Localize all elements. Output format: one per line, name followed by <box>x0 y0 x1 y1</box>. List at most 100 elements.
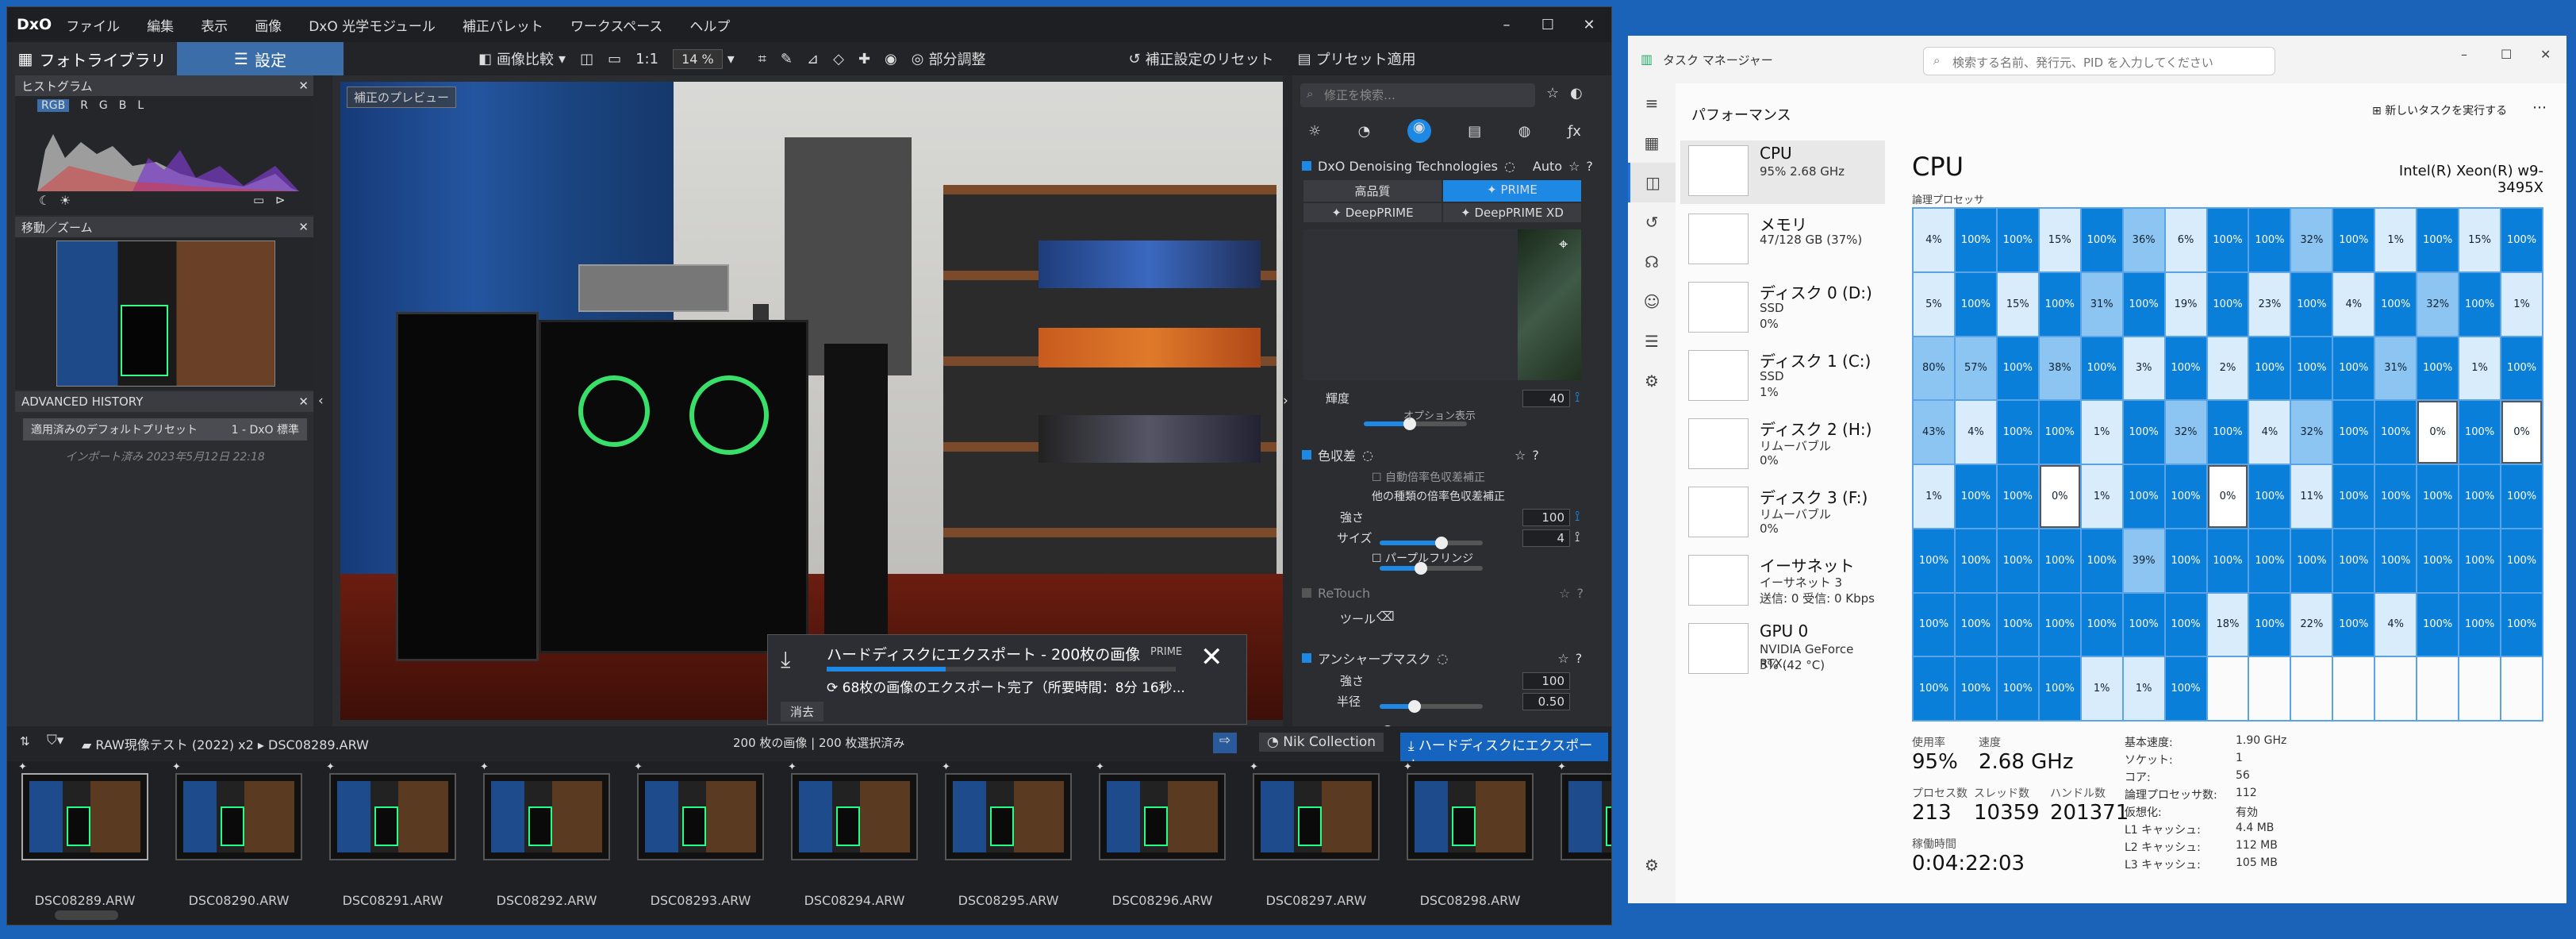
fit-icon[interactable]: ▭ <box>608 51 621 67</box>
radius-value[interactable]: 0.50 <box>1522 693 1570 710</box>
auto-mag-checkbox[interactable]: ☐ 自動倍率色収差補正 <box>1372 469 1485 485</box>
share-icon[interactable]: ⇨ <box>1213 733 1237 753</box>
perf-item[interactable]: ディスク 3 (F:) リムーバブル 0% <box>1680 482 1885 545</box>
size-slider[interactable] <box>1380 562 1483 575</box>
denoise-preview[interactable]: ⌖ <box>1303 229 1581 380</box>
eyedropper-icon[interactable]: ✎ <box>781 51 793 67</box>
help-icon[interactable]: ? <box>1577 586 1584 601</box>
tm-search-input[interactable]: ⌕ 検索する名前、発行元、PID を入力してください <box>1923 47 2275 75</box>
chevron-left-icon[interactable]: ‹ <box>318 393 324 409</box>
maximize-icon[interactable]: ☐ <box>1527 7 1568 42</box>
menu-palettes[interactable]: 補正パレット <box>463 15 543 35</box>
help-icon[interactable]: ? <box>1532 448 1539 463</box>
close-icon[interactable]: ✕ <box>1200 641 1223 673</box>
star-icon[interactable]: ☆ <box>1568 159 1580 174</box>
run-task-button[interactable]: ⊞ 新しいタスクを実行する <box>2372 102 2507 118</box>
crosshair-icon[interactable]: ⌖ <box>1559 234 1568 253</box>
star-icon[interactable]: ✦ <box>634 761 643 773</box>
star-icon[interactable]: ✦ <box>1250 761 1258 773</box>
channel-l[interactable]: L <box>137 99 144 112</box>
star-icon[interactable]: ✦ <box>480 761 489 773</box>
star-icon[interactable]: ☆ <box>1515 448 1526 463</box>
effects-icon[interactable]: ◍ <box>1518 123 1531 140</box>
moon-icon[interactable]: ☾ <box>39 193 50 208</box>
deepprime-button[interactable]: ✦ DeepPRIME <box>1303 203 1442 222</box>
fx-icon[interactable]: ƒx <box>1568 123 1581 140</box>
unsharp-strength-value[interactable]: 100 <box>1522 672 1570 690</box>
thumbnail[interactable] <box>1407 773 1534 860</box>
star-icon[interactable]: ☆ <box>1557 651 1568 666</box>
close-icon[interactable]: ✕ <box>298 79 309 93</box>
thumbnail[interactable] <box>1099 773 1226 860</box>
help-icon[interactable]: ? <box>1586 159 1593 174</box>
processes-icon[interactable]: ▦ <box>1628 123 1676 163</box>
thumbnail[interactable] <box>329 773 456 860</box>
thumbnail[interactable] <box>637 773 764 860</box>
zoom-ratio-button[interactable]: 1:1 <box>635 51 658 67</box>
luminance-value[interactable]: 40 <box>1522 390 1570 407</box>
channel-r[interactable]: R <box>80 99 88 112</box>
toggle-icon[interactable]: ◐ <box>1570 85 1583 102</box>
right-collapse-strip[interactable]: › <box>1283 75 1292 726</box>
star-icon[interactable]: ✦ <box>1557 761 1566 773</box>
left-collapse-strip[interactable]: ‹ <box>313 75 332 726</box>
star-icon[interactable]: ☆ <box>1546 85 1559 102</box>
denoise-auto[interactable]: Auto <box>1533 159 1562 174</box>
star-icon[interactable]: ✦ <box>1096 761 1104 773</box>
size-value[interactable]: 4 <box>1522 529 1570 547</box>
more-icon[interactable]: ⋯ <box>2532 99 2547 116</box>
menu-edit[interactable]: 編集 <box>147 15 174 35</box>
picker-icon[interactable]: ⟟ <box>1575 509 1580 525</box>
prime-button[interactable]: ✦ PRIME <box>1443 180 1581 202</box>
perf-item[interactable]: ディスク 0 (D:) SSD 0% <box>1680 277 1885 341</box>
local-adjust-button[interactable]: ◎ 部分調整 <box>912 48 986 69</box>
menu-image[interactable]: 画像 <box>255 15 282 35</box>
channel-g[interactable]: G <box>99 99 108 112</box>
menu-view[interactable]: 表示 <box>201 15 228 35</box>
picker-icon[interactable]: ⟟ <box>1575 390 1580 406</box>
hamburger-icon[interactable]: ≡ <box>1628 83 1676 123</box>
perf-item[interactable]: CPU 95% 2.68 GHz <box>1680 140 1885 204</box>
menu-file[interactable]: ファイル <box>66 15 120 35</box>
sun-icon[interactable]: ☀ <box>60 193 71 208</box>
perf-item[interactable]: ディスク 2 (H:) リムーバブル 0% <box>1680 414 1885 477</box>
strength-slider[interactable] <box>1380 537 1483 549</box>
chevron-right-icon[interactable]: › <box>1283 393 1288 409</box>
filter-icon[interactable]: ⛉▾ <box>47 733 63 749</box>
close-icon[interactable]: ✕ <box>2540 47 2551 62</box>
channel-b[interactable]: B <box>119 99 127 112</box>
enable-toggle[interactable] <box>1302 450 1311 460</box>
detail-icon[interactable]: ◉ <box>1407 119 1431 143</box>
preset-button[interactable]: ▤ プリセット適用 <box>1298 48 1416 69</box>
nik-collection-button[interactable]: ◔ Nik Collection <box>1259 733 1384 752</box>
option-label[interactable]: オプション表示 <box>1403 407 1476 422</box>
star-icon[interactable]: ☆ <box>1559 586 1570 601</box>
deepprime-xd-button[interactable]: ✦ DeepPRIME XD <box>1443 203 1581 222</box>
star-icon[interactable]: ✦ <box>1403 761 1412 773</box>
search-field[interactable]: ⌕ 修正を検索… <box>1300 83 1535 107</box>
close-icon[interactable]: ✕ <box>298 394 309 409</box>
filmstrip-scrollbar[interactable] <box>55 910 118 920</box>
perf-item[interactable]: ディスク 1 (C:) SSD 1% <box>1680 345 1885 409</box>
monitor-icon[interactable]: ▭ <box>253 193 264 207</box>
thumbnail[interactable] <box>483 773 610 860</box>
services-icon[interactable]: ⚙ <box>1628 361 1676 401</box>
tab-photo-library[interactable]: ▦ フォトライブラリ <box>7 42 177 75</box>
thumbnail[interactable] <box>175 773 302 860</box>
split-view-icon[interactable]: ◫ <box>580 51 593 67</box>
menu-workspace[interactable]: ワークスペース <box>570 15 662 35</box>
thumbnail[interactable] <box>21 773 148 860</box>
light-icon[interactable]: ☼ <box>1308 123 1321 140</box>
eye-icon[interactable]: ◌ <box>1504 159 1515 174</box>
thumbnail[interactable] <box>945 773 1072 860</box>
perspective-icon[interactable]: ◇ <box>833 51 844 67</box>
enable-toggle[interactable] <box>1302 653 1311 663</box>
star-icon[interactable]: ✦ <box>326 761 335 773</box>
thumbnail[interactable] <box>791 773 918 860</box>
enable-toggle[interactable] <box>1302 161 1311 171</box>
details-icon[interactable]: ☰ <box>1628 321 1676 361</box>
picker-icon[interactable]: ⟟ <box>1575 529 1580 545</box>
thumbnail[interactable] <box>1561 773 1611 860</box>
color-icon[interactable]: ◔ <box>1358 123 1371 140</box>
enable-toggle[interactable] <box>1302 588 1311 598</box>
